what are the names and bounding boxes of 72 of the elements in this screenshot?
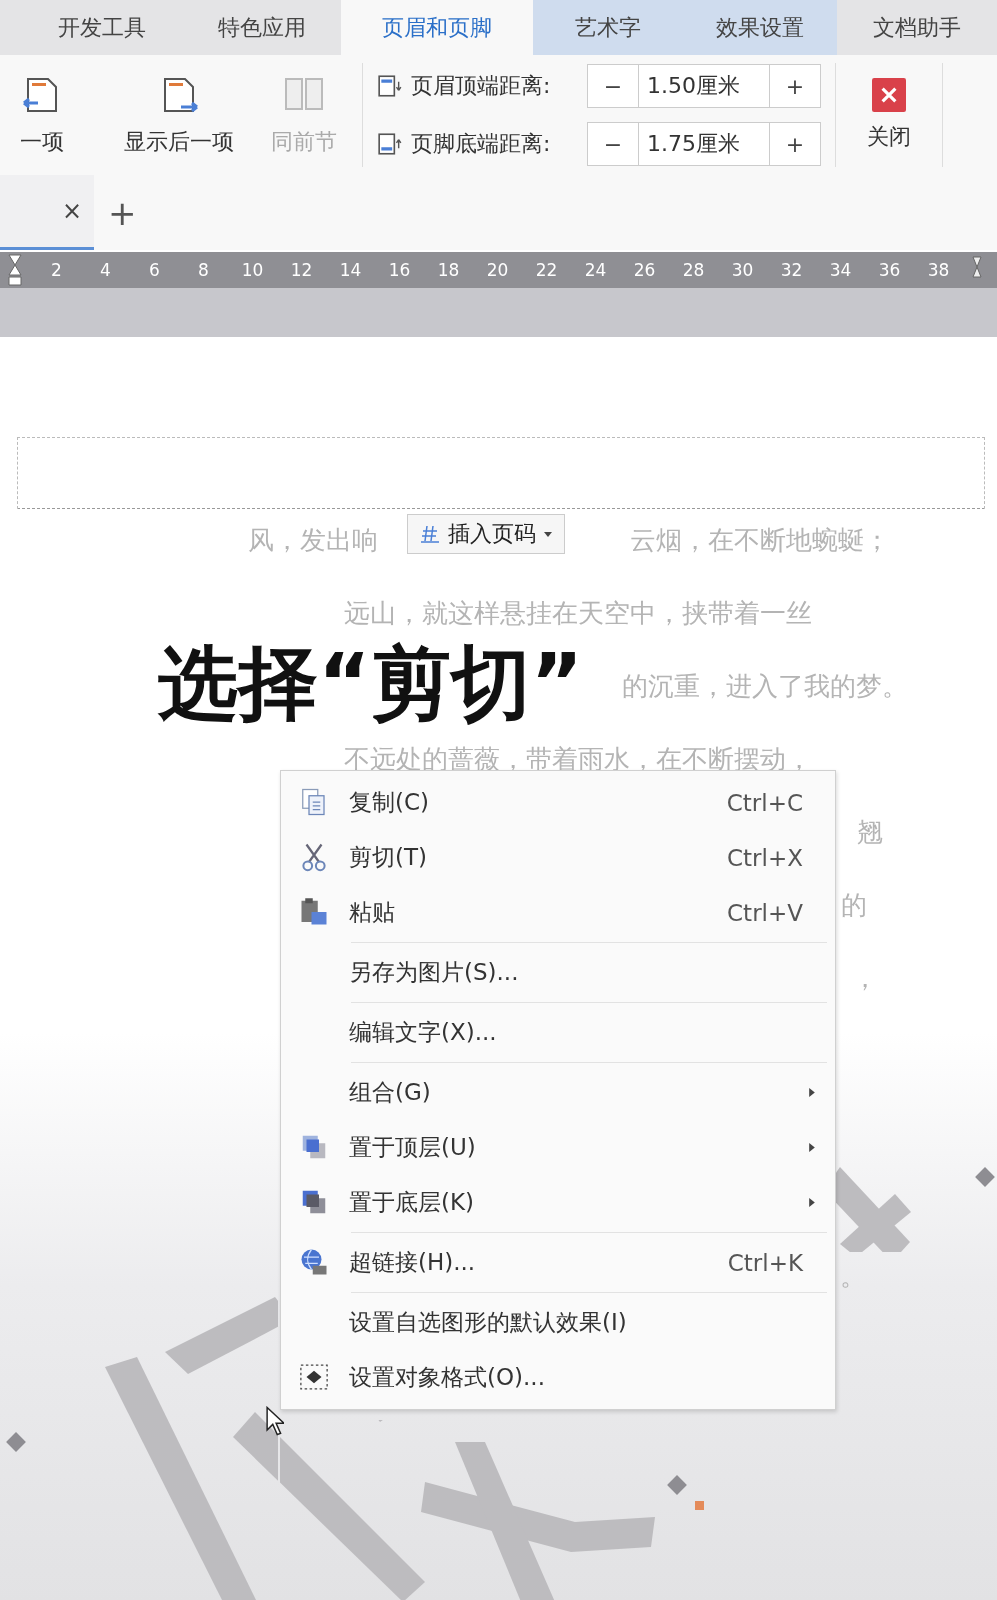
document-tab[interactable]: ×	[0, 175, 94, 250]
close-icon	[872, 78, 906, 112]
ruler-number: 24	[583, 260, 608, 280]
menu-item[interactable]: 编辑文字(X)...	[281, 1005, 835, 1060]
menu-item[interactable]: 粘贴 Ctrl+V	[281, 885, 835, 940]
ribbon-tab[interactable]: 开发工具	[22, 0, 182, 55]
shortcut-text: Ctrl+V	[727, 899, 803, 926]
ribbon-button[interactable]: 显示后一项	[104, 55, 254, 175]
insert-page-number-button[interactable]: 插入页码	[407, 514, 565, 554]
ruler-number: 28	[681, 260, 706, 280]
close-button[interactable]: 关闭	[844, 55, 934, 175]
ruler-number: 32	[779, 260, 804, 280]
document-text: 云烟，在不断地蜿蜒；	[630, 524, 890, 557]
ruler-number: 22	[534, 260, 559, 280]
spinner-field[interactable]: − 1.50厘米 +	[587, 64, 821, 108]
menu-item[interactable]: 设置自选图形的默认效果(I)	[281, 1295, 835, 1350]
menu-item[interactable]: 复制(C) Ctrl+C	[281, 775, 835, 830]
spinner-label: 页眉顶端距离:	[411, 72, 552, 100]
menu-item[interactable]: 超链接(H)... Ctrl+K	[281, 1235, 835, 1290]
document-text: 远山，就这样悬挂在天空中，挟带着一丝	[344, 597, 812, 630]
indent-marker-icon	[8, 253, 22, 287]
anchor-marker	[695, 1501, 704, 1510]
ruler-number: 20	[485, 260, 510, 280]
spinner-field[interactable]: − 1.75厘米 +	[587, 122, 821, 166]
globe-link-icon	[299, 1246, 329, 1277]
object-format-icon	[299, 1361, 329, 1392]
ribbon-button[interactable]: 一项	[0, 55, 104, 175]
menu-item[interactable]: 剪切(T) Ctrl+X	[281, 830, 835, 885]
document-text: 。	[840, 1260, 866, 1293]
hash-icon	[420, 524, 440, 544]
shortcut-text: Ctrl+X	[727, 844, 803, 871]
ruler-number: 30	[730, 260, 755, 280]
menu-item[interactable]: 置于顶层(U)	[281, 1120, 835, 1175]
ruler-number: 38	[926, 260, 951, 280]
ruler-number: 16	[387, 260, 412, 280]
ruler-number: 18	[436, 260, 461, 280]
new-tab-button[interactable]: +	[94, 175, 137, 250]
ruler-number: 34	[828, 260, 853, 280]
ruler-number: 26	[632, 260, 657, 280]
ribbon-tab[interactable]: 艺术字	[532, 0, 683, 55]
menu-item[interactable]: 组合(G)	[281, 1065, 835, 1120]
dropdown-caret-icon	[544, 531, 552, 537]
ribbon-tab[interactable]: 页眉和页脚	[341, 0, 533, 55]
ruler-number: 4	[99, 260, 112, 280]
document-text: 风，发出响	[248, 524, 378, 557]
menu-item[interactable]: 设置对象格式(O)...	[281, 1350, 835, 1405]
ruler-number: 2	[50, 260, 63, 280]
margin-icon	[377, 73, 403, 99]
shortcut-text: Ctrl+K	[727, 1249, 803, 1276]
mouse-pointer-icon	[266, 1406, 284, 1436]
ruler-number: 14	[338, 260, 363, 280]
menu-item[interactable]: 置于底层(K)	[281, 1175, 835, 1230]
document-text: ，	[852, 962, 878, 995]
scissors-icon	[299, 841, 329, 872]
spinner-label: 页脚底端距离:	[411, 130, 552, 158]
close-tab-button[interactable]: ×	[61, 197, 94, 225]
ruler-number: 8	[197, 260, 210, 280]
margin-icon	[377, 131, 403, 157]
ribbon-tab[interactable]: 文档助手	[837, 0, 997, 55]
shortcut-text: Ctrl+C	[726, 789, 803, 816]
menu-item[interactable]: 另存为图片(S)...	[281, 945, 835, 1000]
document-text: 翘	[857, 816, 883, 849]
ribbon-tab[interactable]: 特色应用	[181, 0, 342, 55]
document-text: 的沉重，进入了我的梦。	[622, 670, 908, 703]
caption-text: 选择“剪切”	[158, 642, 584, 726]
ruler-number: 36	[877, 260, 902, 280]
ruler-number: 12	[289, 260, 314, 280]
paste-icon	[299, 896, 329, 927]
ribbon-tab[interactable]: 效果设置	[682, 0, 838, 55]
ruler-number: 10	[240, 260, 265, 280]
document-text: 的	[841, 889, 867, 922]
ruler-number: 6	[148, 260, 161, 280]
